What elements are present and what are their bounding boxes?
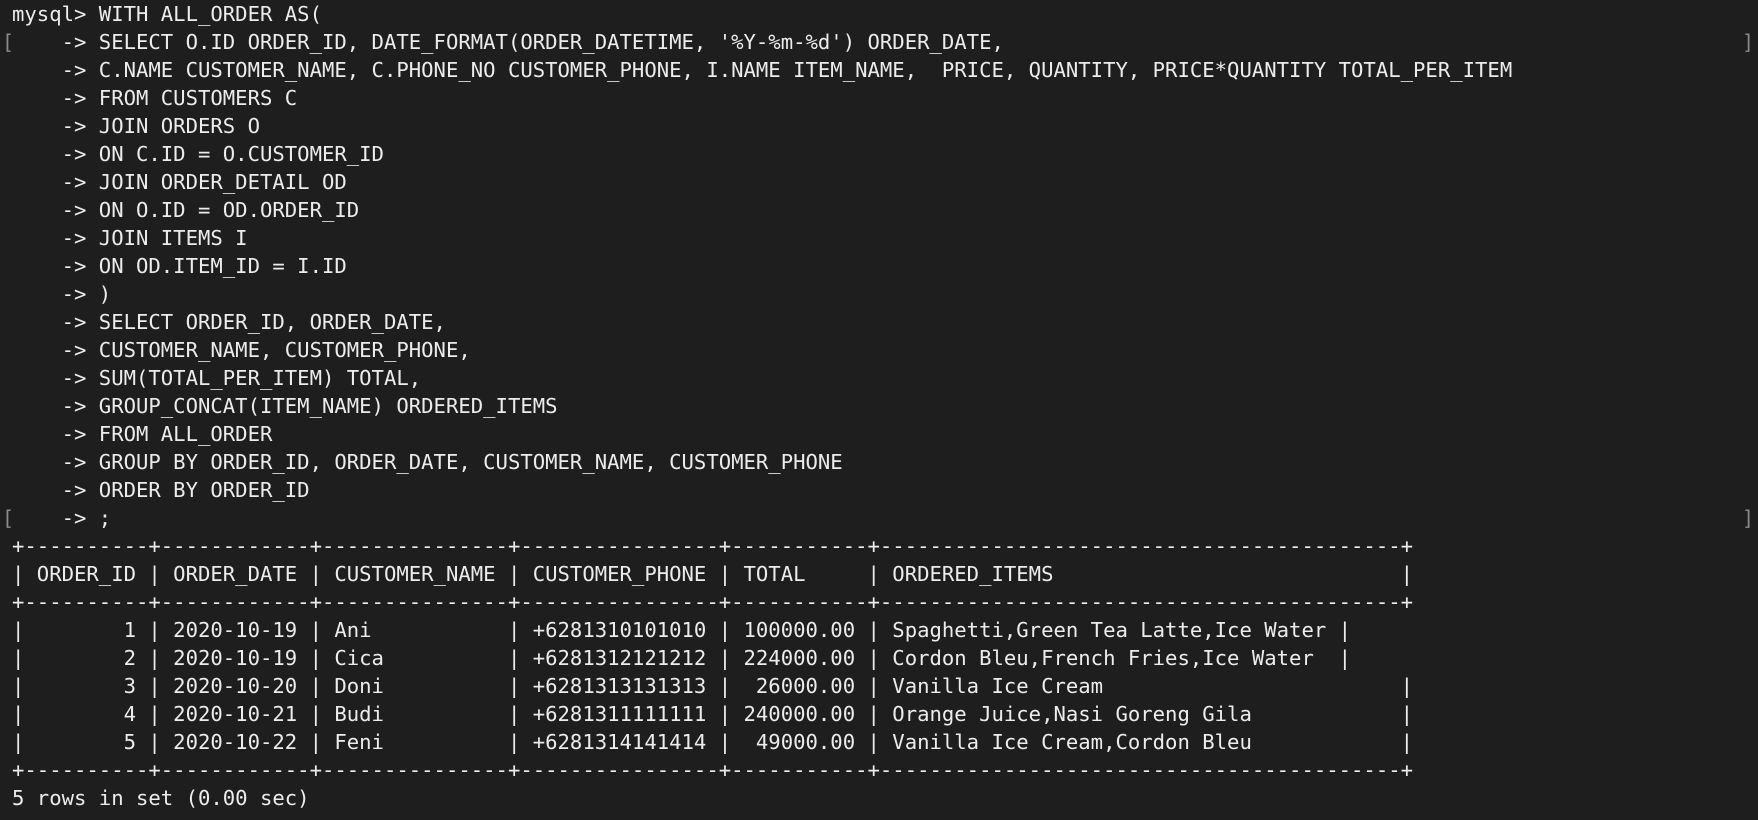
sql-line-15: -> GROUP_CONCAT(ITEM_NAME) ORDERED_ITEMS: [12, 394, 558, 418]
sql-line-12: -> SELECT ORDER_ID, ORDER_DATE,: [12, 310, 446, 334]
terminal-window[interactable]: mysql> WITH ALL_ORDER AS( -> SELECT O.ID…: [0, 0, 1758, 820]
sql-line-4: -> FROM CUSTOMERS C: [12, 86, 298, 110]
sql-line-2: -> SELECT O.ID ORDER_ID, DATE_FORMAT(ORD…: [12, 30, 1004, 54]
table-header-row: | ORDER_ID | ORDER_DATE | CUSTOMER_NAME …: [12, 562, 1414, 586]
sql-line-1: mysql> WITH ALL_ORDER AS(: [12, 2, 322, 26]
table-row: | 5 | 2020-10-22 | Feni | +6281314141414…: [12, 730, 1414, 754]
table-row: | 3 | 2020-10-20 | Doni | +6281313131313…: [12, 674, 1414, 698]
line-wrap-bracket-left: [: [2, 30, 15, 54]
sql-line-11: -> ): [12, 282, 112, 306]
sql-line-6: -> ON C.ID = O.CUSTOMER_ID: [12, 142, 384, 166]
table-border-header: +----------+------------+---------------…: [12, 590, 1414, 614]
sql-line-5: -> JOIN ORDERS O: [12, 114, 260, 138]
sql-line-18: -> ORDER BY ORDER_ID: [12, 478, 310, 502]
sql-line-9: -> JOIN ITEMS I: [12, 226, 248, 250]
result-summary: 5 rows in set (0.00 sec): [12, 786, 310, 810]
sql-line-7: -> JOIN ORDER_DETAIL OD: [12, 170, 347, 194]
table-border-top: +----------+------------+---------------…: [12, 534, 1414, 558]
sql-line-16: -> FROM ALL_ORDER: [12, 422, 273, 446]
sql-line-3: -> C.NAME CUSTOMER_NAME, C.PHONE_NO CUST…: [12, 58, 1513, 82]
sql-line-13: -> CUSTOMER_NAME, CUSTOMER_PHONE,: [12, 338, 471, 362]
table-row: | 1 | 2020-10-19 | Ani | +6281310101010 …: [12, 618, 1352, 642]
line-wrap-bracket-right: ]: [1741, 30, 1754, 54]
table-row: | 2 | 2020-10-19 | Cica | +6281312121212…: [12, 646, 1352, 670]
sql-line-8: -> ON O.ID = OD.ORDER_ID: [12, 198, 360, 222]
sql-line-10: -> ON OD.ITEM_ID = I.ID: [12, 254, 347, 278]
line-wrap-bracket-left: [: [2, 506, 15, 530]
sql-line-14: -> SUM(TOTAL_PER_ITEM) TOTAL,: [12, 366, 422, 390]
table-row: | 4 | 2020-10-21 | Budi | +6281311111111…: [12, 702, 1414, 726]
sql-line-19: -> ;: [12, 506, 112, 530]
sql-line-17: -> GROUP BY ORDER_ID, ORDER_DATE, CUSTOM…: [12, 450, 843, 474]
table-border-bottom: +----------+------------+---------------…: [12, 758, 1414, 782]
line-wrap-bracket-right: ]: [1741, 506, 1754, 530]
